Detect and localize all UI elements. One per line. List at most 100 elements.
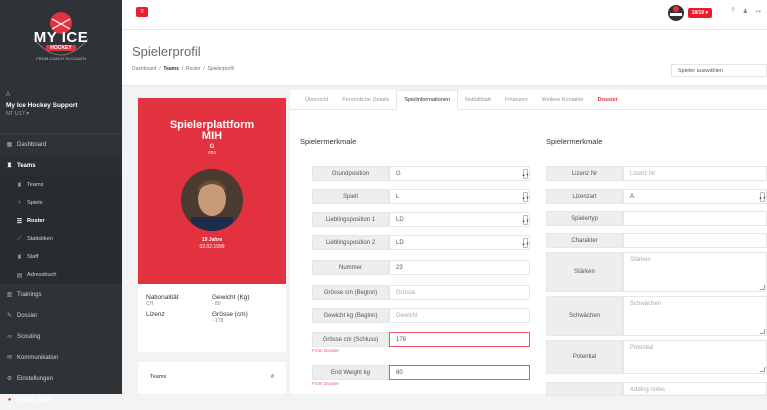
user-avatar: A <box>6 92 11 98</box>
lieblingsposition1-select[interactable]: LD ▲▼ <box>389 212 530 227</box>
number-column-header: # <box>270 374 274 380</box>
sidebar-item-label: Teams <box>17 162 36 169</box>
logo-sub: HOCKEY <box>46 45 76 51</box>
tab-dossier[interactable]: Dossier <box>591 90 625 110</box>
myice-logo: MY ICE HOCKEY FROM COACH TO COACH <box>24 9 98 69</box>
logo-text: MY ICE <box>33 29 89 46</box>
trophy-icon: ♆ <box>17 200 22 206</box>
end-weight-label: End Weight kg <box>312 365 389 380</box>
sidebar-item-label: Scouting <box>17 333 41 340</box>
user-role-dropdown[interactable]: NT U17 ▾ <box>6 111 122 117</box>
sidebar-subitem-teams[interactable]: ♜ Teams <box>0 176 122 194</box>
player-card: Spielerplattform MIH G #23 19 Jahre 02.0… <box>138 98 286 284</box>
schwaechen-placeholder: Schwächen <box>630 301 662 307</box>
gewicht-beginn-row: Gewicht kg (Beginn) Gewicht <box>312 308 530 323</box>
sidebar-item-label: Spiele <box>27 200 43 206</box>
spielt-label: Spielt <box>312 189 389 204</box>
lizenznr-input[interactable]: Lizenz Nr <box>623 166 767 181</box>
player-select[interactable]: Spieler auswählen <box>671 64 767 77</box>
select-caret-icon: ▲▼ <box>522 169 529 179</box>
users-icon: ♜ <box>16 182 23 189</box>
tab-persoenliche-details[interactable]: Persönliche Details <box>335 90 396 110</box>
sidebar-item-scouting[interactable]: ∞ Scouting <box>0 326 122 347</box>
sidebar-item-label: Einstellungen <box>17 375 54 382</box>
sidebar-item-kommunikation[interactable]: ✉ Kommunikation <box>0 347 122 368</box>
tab-finanzen[interactable]: Finanzen <box>498 90 535 110</box>
player-age: 19 Jahre <box>201 237 223 243</box>
page-title: Spielerprofil <box>132 44 201 59</box>
groesse-beginn-input[interactable]: Grösse <box>389 285 530 300</box>
breadcrumb-teams[interactable]: Teams <box>163 66 178 72</box>
lieblingsposition2-value: LD <box>396 239 404 246</box>
spielertyp-label: Spielertyp <box>546 211 623 226</box>
charakter-input[interactable] <box>623 233 767 248</box>
help-icon[interactable]: ? <box>731 8 734 15</box>
groesse-schluss-row: Grösse cm (Schluss) 178 <box>312 332 530 347</box>
weight-label: Gewicht (Kg) <box>212 294 250 301</box>
menu-toggle-button[interactable]: ≡ <box>136 7 148 17</box>
tab-notfallblatt[interactable]: Notfallblatt <box>458 90 498 110</box>
select-caret-icon: ▲▼ <box>522 192 529 202</box>
end-weight-input[interactable]: 80 <box>389 365 530 380</box>
groesse-schluss-input[interactable]: 178 <box>389 332 530 347</box>
resize-grip-icon[interactable] <box>759 367 766 372</box>
mail-icon: ✉ <box>6 355 13 361</box>
sidebar-item-dashboard[interactable]: ▦ Dashboard <box>0 134 122 155</box>
potential-row: Potential Potential <box>546 340 767 374</box>
sidebar-subitem-staff[interactable]: ♜ Staff <box>0 248 122 266</box>
logout-icon[interactable]: ↦ <box>756 8 761 15</box>
lizenzart-select[interactable]: A ▲▼ <box>623 189 767 204</box>
height-label: Grösse (cm) <box>212 311 248 318</box>
weight-value: - 80 <box>212 301 221 307</box>
tab-uebersicht[interactable]: Übersicht <box>298 90 335 110</box>
logo-arc-text: FROM COACH TO COACH <box>36 56 86 61</box>
schwaechen-textarea[interactable]: Schwächen <box>623 296 767 336</box>
sidebar-nav: ▦ Dashboard ♜ Teams ♜ Teams ♆ Spiele ☰ Roster… <box>0 134 122 410</box>
page-header: Spielerprofil Dashboard / Teams / Roster… <box>122 30 767 86</box>
spielt-select[interactable]: L ▲▼ <box>389 189 530 204</box>
lizenznr-label: Lizenz Nr <box>546 166 623 181</box>
potential-textarea[interactable]: Potential <box>623 340 767 374</box>
addressbook-icon: ▤ <box>16 272 23 279</box>
sidebar-item-admin[interactable]: ● Admin Zone <box>0 389 122 410</box>
pencil-icon: ✎ <box>6 313 13 319</box>
nummer-row: Nummer 23 <box>312 260 530 275</box>
sidebar-subitem-spiele[interactable]: ♆ Spiele <box>0 194 122 212</box>
breadcrumb-roster[interactable]: Roster <box>186 66 201 72</box>
staerken-row: Stärken Stärken <box>546 252 767 292</box>
sidebar-subitem-roster[interactable]: ☰ Roster <box>0 212 122 230</box>
license-label: Lizenz <box>146 311 165 318</box>
lieblingsposition1-value: LD <box>396 216 404 223</box>
spielertyp-row: Spielertyp <box>546 211 767 226</box>
grundposition-select[interactable]: G ▲▼ <box>389 166 530 181</box>
sidebar-item-teams[interactable]: ♜ Teams <box>0 155 122 176</box>
lizenzart-value: A <box>630 193 635 200</box>
user-icon[interactable]: ♟ <box>743 8 748 15</box>
sidebar-item-einstellungen[interactable]: ⚙ Einstellungen <box>0 368 122 389</box>
sidebar-item-label: Staff <box>27 254 39 260</box>
gear-icon: ⚙ <box>6 376 13 382</box>
spielertyp-input[interactable] <box>623 211 767 226</box>
staerken-textarea[interactable]: Stärken <box>623 252 767 292</box>
sidebar-subitem-adressbuch[interactable]: ▤ Adressbuch <box>0 266 122 284</box>
lieblingsposition1-row: Lieblingsposition 1 LD ▲▼ <box>312 212 530 227</box>
tab-spielinformationen[interactable]: Spielinformationen <box>396 90 458 110</box>
staerken-label: Stärken <box>546 252 623 292</box>
nummer-input[interactable]: 23 <box>389 260 530 275</box>
resize-grip-icon[interactable] <box>759 285 766 290</box>
binoculars-icon: ∞ <box>7 333 12 340</box>
sidebar-item-trainings[interactable]: ▥ Trainings <box>0 284 122 305</box>
lieblingsposition2-select[interactable]: LD ▲▼ <box>389 235 530 250</box>
gewicht-beginn-input[interactable]: Gewicht <box>389 308 530 323</box>
season-dropdown[interactable]: 18/19 ▾ <box>687 8 712 18</box>
teams-table-header: Teams # <box>138 362 286 394</box>
logo[interactable]: MY ICE HOCKEY FROM COACH TO COACH <box>0 0 122 78</box>
breadcrumb-dashboard[interactable]: Dashboard <box>132 66 156 72</box>
resize-grip-icon[interactable] <box>759 329 766 334</box>
sidebar-item-dossier[interactable]: ✎ Dossier <box>0 305 122 326</box>
grundposition-row: Grundposition G ▲▼ <box>312 166 530 181</box>
tab-weitere-kontakte[interactable]: Weitere Kontakte <box>535 90 591 110</box>
sidebar-item-label: Adressbuch <box>27 272 57 278</box>
sidebar-subitem-statistiken[interactable]: ⟋ Statistiken <box>0 230 122 248</box>
lieblingsposition2-label: Lieblingsposition 2 <box>312 235 389 250</box>
